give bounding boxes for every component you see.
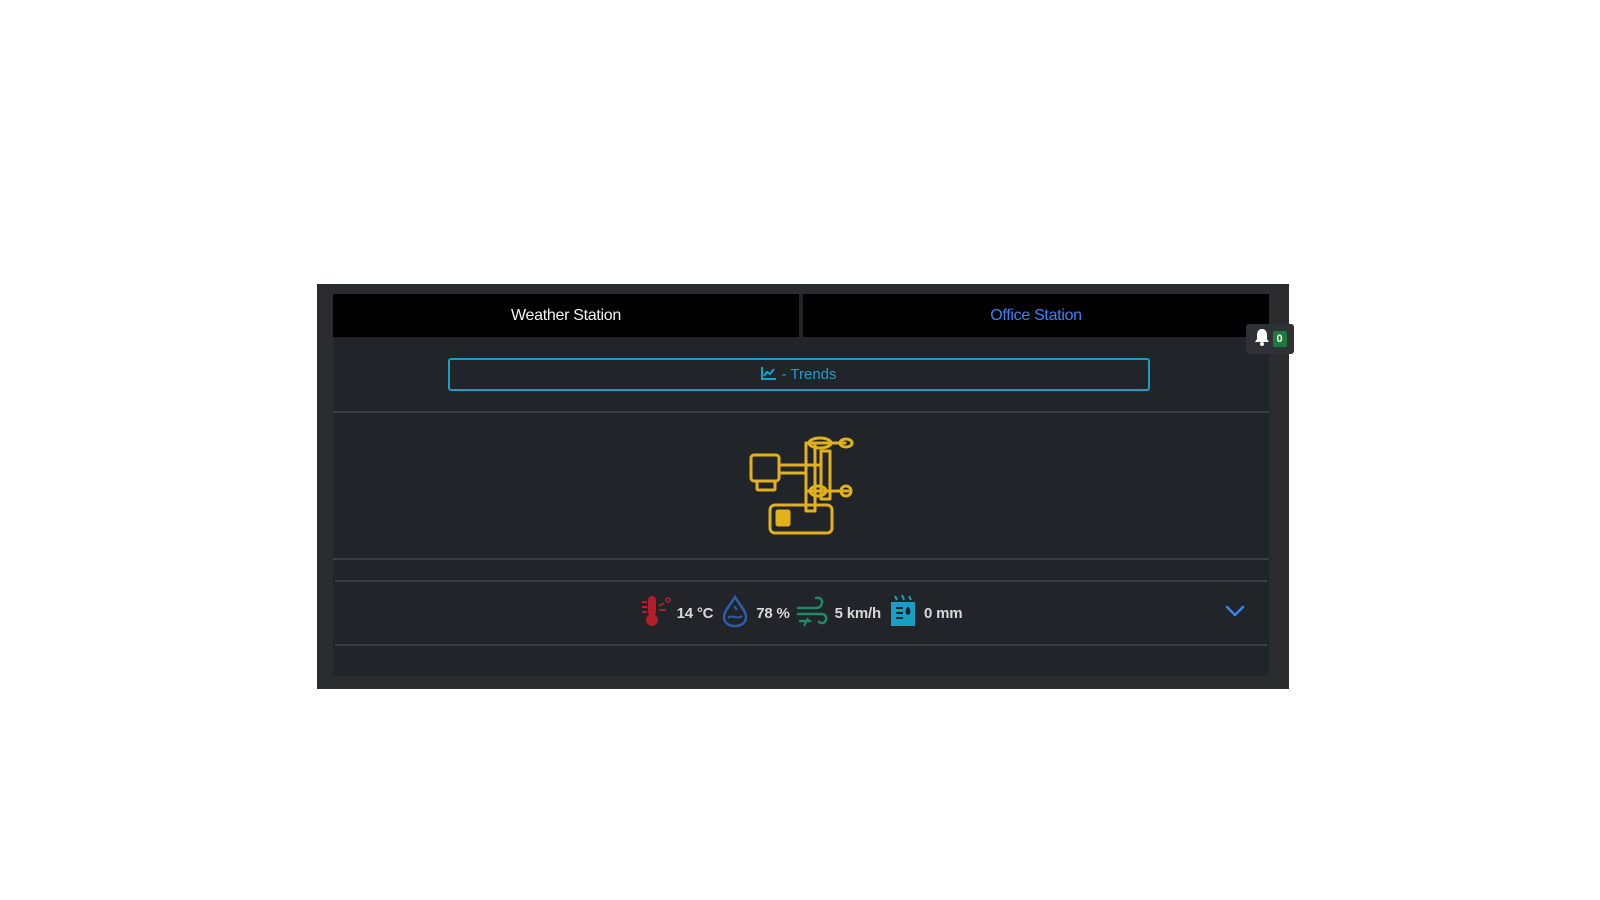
rain-value: 0 mm — [924, 604, 963, 622]
weather-station-icon — [748, 433, 858, 542]
notification-badge[interactable]: 0 — [1246, 324, 1294, 354]
notification-count: 0 — [1272, 331, 1287, 347]
station-card: Weather Station Office Station - Trends — [333, 294, 1294, 676]
rain-gauge-icon — [887, 594, 919, 633]
trends-row: - Trends — [333, 337, 1269, 413]
weather-widget: Weather Station Office Station - Trends — [317, 284, 1294, 689]
thermometer-icon — [640, 594, 672, 633]
wind-value: 5 km/h — [834, 604, 882, 622]
metric-humidity: 78 % — [719, 593, 790, 633]
chevron-down-icon[interactable] — [1225, 604, 1245, 622]
metric-rain: 0 mm — [887, 594, 963, 633]
tab-weather-station[interactable]: Weather Station — [333, 294, 799, 337]
metric-temperature: 14 °C — [640, 594, 714, 633]
station-tabs: Weather Station Office Station — [333, 294, 1269, 337]
chart-line-icon — [761, 366, 777, 384]
metric-wind: 5 km/h — [796, 594, 881, 633]
temperature-value: 14 °C — [676, 604, 714, 622]
device-row — [333, 413, 1269, 560]
humidity-value: 78 % — [756, 604, 790, 622]
metrics-summary[interactable]: 14 °C 78 % 5 km/h 0 mm — [335, 580, 1267, 646]
trends-button-label: - Trends — [781, 366, 837, 383]
tab-office-station[interactable]: Office Station — [803, 294, 1269, 337]
humidity-drop-icon — [719, 593, 751, 633]
wind-icon — [796, 594, 830, 633]
bell-icon — [1254, 328, 1270, 351]
trends-button[interactable]: - Trends — [448, 358, 1150, 391]
